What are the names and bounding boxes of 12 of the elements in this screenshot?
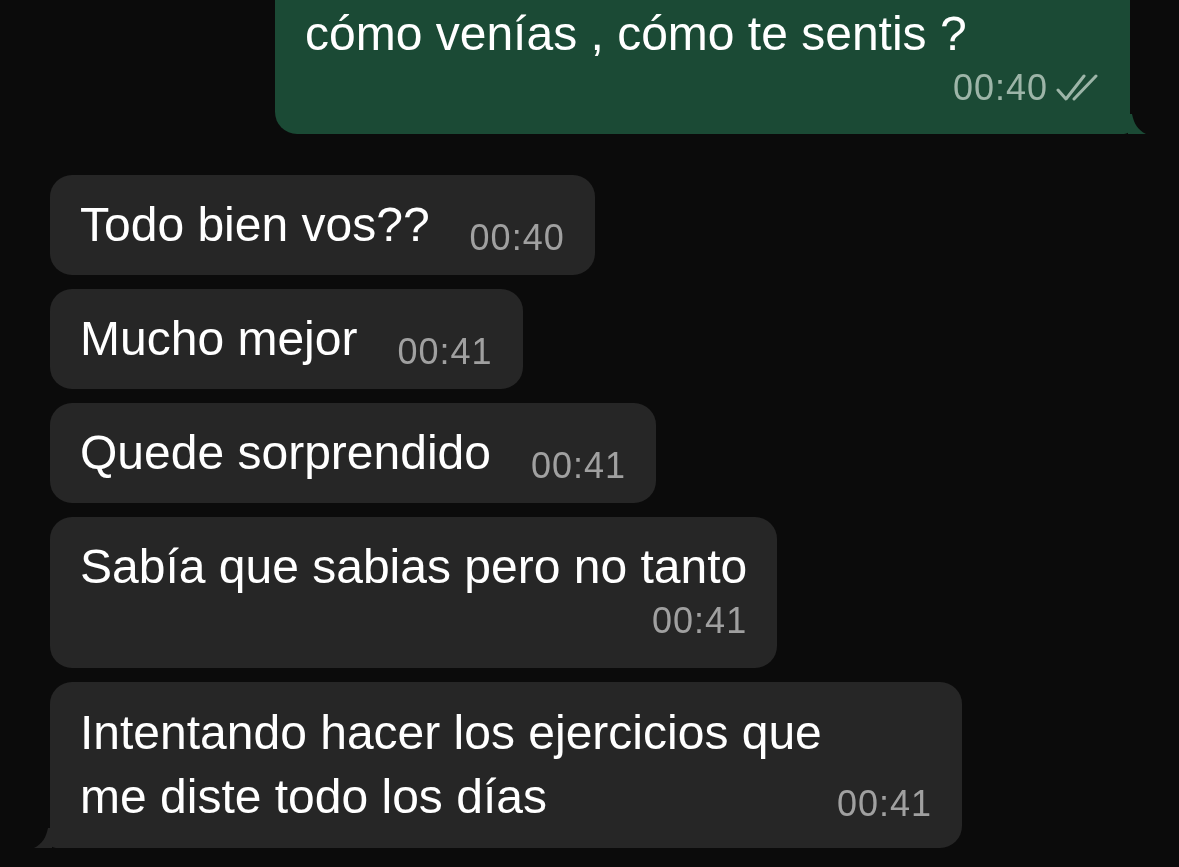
message-time: 00:41 bbox=[652, 600, 748, 642]
message-text: Intentando hacer los ejercicios que me diste todo los días bbox=[80, 705, 823, 825]
message-time: 00:40 bbox=[952, 67, 1048, 109]
message-text: cómo venías , cómo te sentis ? bbox=[305, 6, 968, 62]
message-text: Sabía que sabias pero no tanto bbox=[80, 539, 748, 595]
message-time: 00:41 bbox=[397, 331, 493, 373]
message-time: 00:41 bbox=[837, 783, 933, 825]
message-text: Mucho mejor bbox=[80, 311, 358, 367]
message-text: Todo bien vos?? bbox=[80, 197, 430, 253]
message-text: Quede sorprendido bbox=[80, 425, 491, 481]
message-time: 00:41 bbox=[530, 445, 627, 487]
message-time: 00:40 bbox=[469, 217, 565, 259]
